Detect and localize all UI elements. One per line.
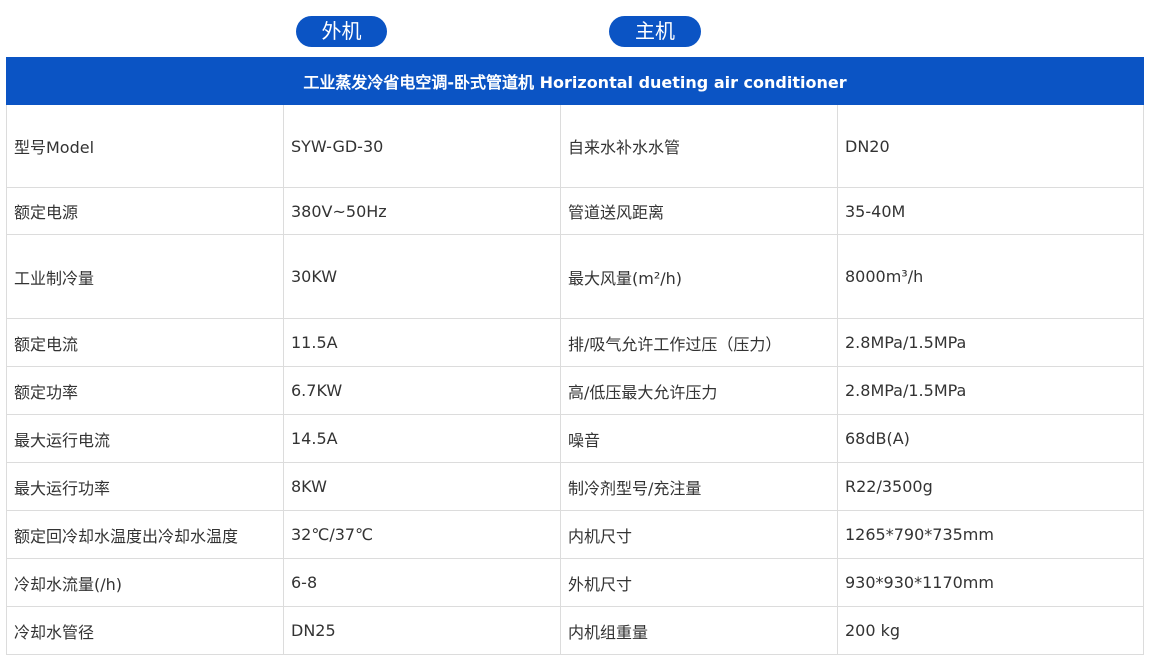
spec-label: 型号Model	[6, 104, 284, 188]
table-row: 额定电流 11.5A 排/吸气允许工作过压（压力） 2.8MPa/1.5MPa	[6, 318, 1145, 367]
spec-label: 最大运行功率	[6, 462, 284, 511]
spec-value: R22/3500g	[836, 462, 1145, 511]
spec-label: 制冷剂型号/充注量	[560, 462, 838, 511]
spec-value: SYW-GD-30	[283, 104, 561, 188]
spec-table: 工业蒸发冷省电空调-卧式管道机 Horizontal dueting air c…	[5, 57, 1145, 655]
spec-label: 额定功率	[6, 366, 284, 415]
spec-label: 内机尺寸	[560, 510, 838, 559]
spec-label: 冷却水流量(/h)	[6, 558, 284, 607]
table-row: 型号Model SYW-GD-30 自来水补水水管 DN20	[6, 104, 1145, 188]
spec-value: 32℃/37℃	[283, 510, 561, 559]
spec-value: 35-40M	[836, 187, 1145, 235]
tab-main-unit[interactable]: 主机	[609, 16, 701, 47]
spec-label: 冷却水管径	[6, 606, 284, 655]
table-row: 冷却水管径 DN25 内机组重量 200 kg	[6, 606, 1145, 655]
spec-value: 6-8	[283, 558, 561, 607]
table-row: 额定回冷却水温度出冷却水温度 32℃/37℃ 内机尺寸 1265*790*735…	[6, 510, 1145, 559]
spec-value: 11.5A	[283, 318, 561, 367]
spec-value: 1265*790*735mm	[836, 510, 1145, 559]
spec-value: 8000m³/h	[836, 234, 1145, 319]
spec-value: 68dB(A)	[836, 414, 1145, 463]
spec-value: DN20	[836, 104, 1145, 188]
spec-label: 额定回冷却水温度出冷却水温度	[6, 510, 284, 559]
table-row: 冷却水流量(/h) 6-8 外机尺寸 930*930*1170mm	[6, 558, 1145, 607]
spec-label: 最大风量(m²/h)	[560, 234, 838, 319]
table-row: 最大运行功率 8KW 制冷剂型号/充注量 R22/3500g	[6, 462, 1145, 511]
spec-value: 6.7KW	[283, 366, 561, 415]
table-row: 最大运行电流 14.5A 噪音 68dB(A)	[6, 414, 1145, 463]
spec-label: 外机尺寸	[560, 558, 838, 607]
table-title: 工业蒸发冷省电空调-卧式管道机 Horizontal dueting air c…	[5, 57, 1145, 105]
spec-label: 最大运行电流	[6, 414, 284, 463]
spec-value: 8KW	[283, 462, 561, 511]
spec-label: 管道送风距离	[560, 187, 838, 235]
spec-label: 额定电源	[6, 187, 284, 235]
spec-value: 200 kg	[836, 606, 1145, 655]
table-row: 额定功率 6.7KW 高/低压最大允许压力 2.8MPa/1.5MPa	[6, 366, 1145, 415]
spec-label: 额定电流	[6, 318, 284, 367]
spec-value: 30KW	[283, 234, 561, 319]
spec-value: 2.8MPa/1.5MPa	[836, 318, 1145, 367]
spec-value: 930*930*1170mm	[836, 558, 1145, 607]
tab-outdoor-unit[interactable]: 外机	[296, 16, 387, 47]
spec-value: 2.8MPa/1.5MPa	[836, 366, 1145, 415]
spec-value: 380V~50Hz	[283, 187, 561, 235]
table-row: 工业制冷量 30KW 最大风量(m²/h) 8000m³/h	[6, 234, 1145, 319]
spec-label: 工业制冷量	[6, 234, 284, 319]
table-row: 额定电源 380V~50Hz 管道送风距离 35-40M	[6, 187, 1145, 235]
spec-label: 内机组重量	[560, 606, 838, 655]
spec-label: 高/低压最大允许压力	[560, 366, 838, 415]
spec-value: 14.5A	[283, 414, 561, 463]
spec-label: 自来水补水水管	[560, 104, 838, 188]
spec-label: 排/吸气允许工作过压（压力）	[560, 318, 838, 367]
spec-value: DN25	[283, 606, 561, 655]
spec-label: 噪音	[560, 414, 838, 463]
table-title-row: 工业蒸发冷省电空调-卧式管道机 Horizontal dueting air c…	[5, 57, 1145, 105]
